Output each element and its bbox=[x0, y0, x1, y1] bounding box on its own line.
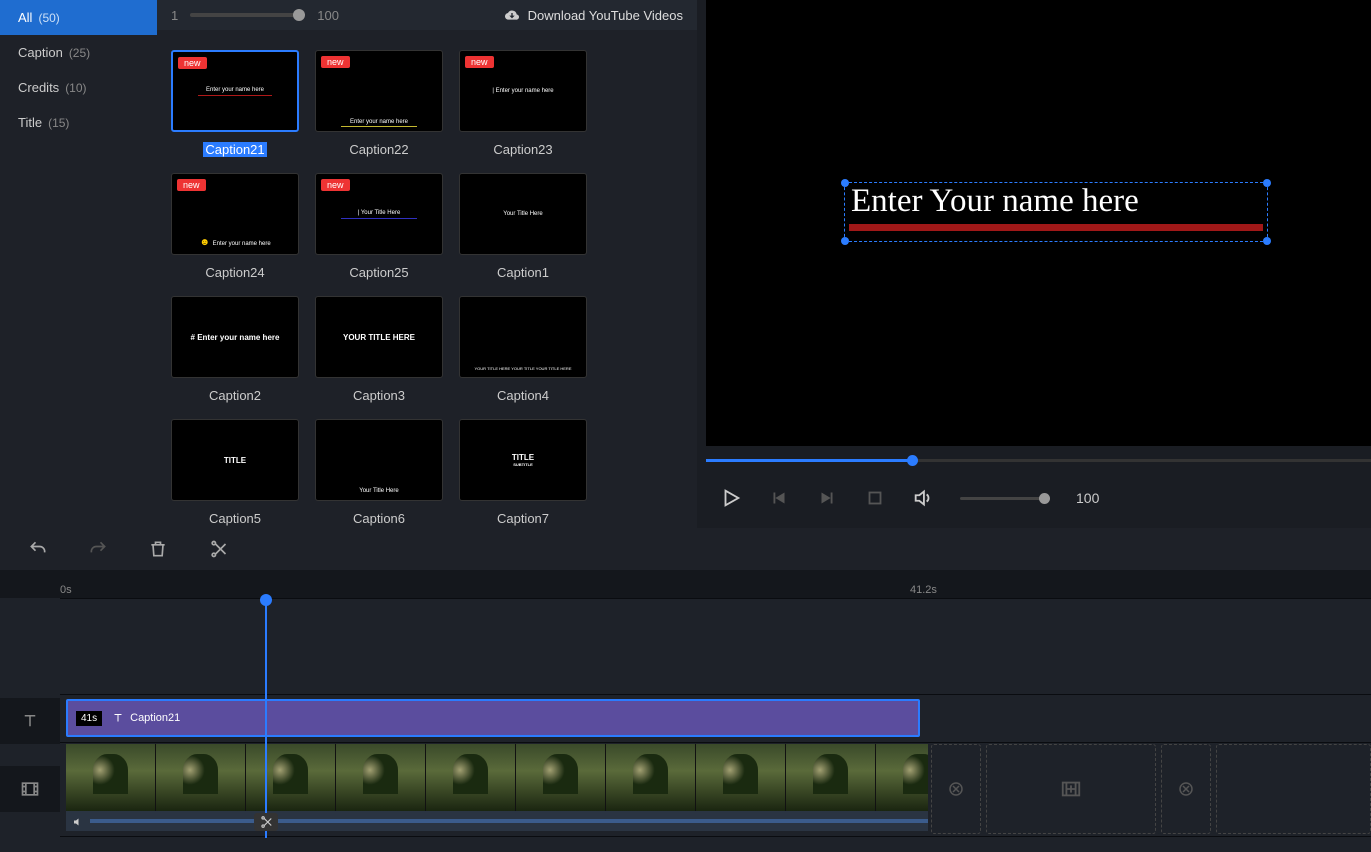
gallery-header: 1 100 Download YouTube Videos bbox=[157, 0, 697, 30]
template-thumbnail[interactable]: new| Your Title Here bbox=[315, 173, 443, 255]
template-thumbnail[interactable]: new| Enter your name here bbox=[459, 50, 587, 132]
timeline-ruler[interactable]: 0s 41.2s bbox=[0, 570, 1371, 598]
template-thumbnail[interactable]: newEnter your name here bbox=[315, 50, 443, 132]
text-track-icon bbox=[0, 698, 60, 744]
thumb-size-max: 100 bbox=[317, 8, 339, 23]
volume-value: 100 bbox=[1076, 490, 1099, 506]
cloud-download-icon bbox=[504, 8, 520, 22]
gallery-item[interactable]: TITLESUBTITLE Caption7 bbox=[459, 419, 587, 528]
template-thumbnail[interactable]: Your Title Here bbox=[459, 173, 587, 255]
volume-icon[interactable] bbox=[912, 487, 934, 509]
gallery-item[interactable]: YOUR TITLE HERE YOUR TITLE YOUR TITLE HE… bbox=[459, 296, 587, 405]
gallery-item[interactable]: new| Enter your name here Caption23 bbox=[459, 50, 587, 159]
template-label: Caption4 bbox=[497, 388, 549, 403]
gallery-item[interactable]: Your Title Here Caption1 bbox=[459, 173, 587, 282]
sidebar-item-title[interactable]: Title (15) bbox=[0, 105, 157, 140]
playhead[interactable] bbox=[265, 598, 267, 838]
timeline: 41s Caption21 bbox=[0, 598, 1371, 852]
template-label: Caption24 bbox=[205, 265, 264, 280]
new-badge: new bbox=[465, 56, 494, 68]
sidebar-label: Caption bbox=[18, 45, 63, 60]
video-track-icon bbox=[0, 766, 60, 812]
template-label: Caption3 bbox=[353, 388, 405, 403]
new-badge: new bbox=[321, 56, 350, 68]
video-drop-slot[interactable] bbox=[986, 744, 1156, 834]
template-label: Caption25 bbox=[349, 265, 408, 280]
preview-text[interactable]: Enter Your name here bbox=[845, 183, 1267, 220]
template-thumbnail[interactable]: TITLESUBTITLE bbox=[459, 419, 587, 501]
stop-button[interactable] bbox=[864, 487, 886, 509]
sidebar-item-credits[interactable]: Credits (10) bbox=[0, 70, 157, 105]
sidebar-label: Title bbox=[18, 115, 42, 130]
delete-button[interactable] bbox=[148, 539, 168, 559]
text-clip[interactable]: 41s Caption21 bbox=[66, 699, 920, 737]
preview-panel[interactable]: Enter Your name here bbox=[706, 0, 1371, 446]
sidebar-label: All bbox=[18, 10, 32, 25]
template-gallery: newEnter your name hereCaption21newEnter… bbox=[157, 30, 697, 528]
gallery-item[interactable]: Your Title Here Caption6 bbox=[315, 419, 443, 528]
transition-slot[interactable] bbox=[931, 744, 981, 834]
text-underline bbox=[849, 224, 1263, 231]
gallery-item[interactable]: YOUR TITLE HERE Caption3 bbox=[315, 296, 443, 405]
clip-name: Caption21 bbox=[112, 712, 180, 724]
ruler-mark: 41.2s bbox=[910, 584, 937, 596]
undo-button[interactable] bbox=[28, 539, 48, 559]
prev-frame-button[interactable] bbox=[768, 487, 790, 509]
thumb-size-min: 1 bbox=[171, 8, 178, 23]
template-thumbnail[interactable]: YOUR TITLE HERE YOUR TITLE YOUR TITLE HE… bbox=[459, 296, 587, 378]
download-label: Download YouTube Videos bbox=[528, 8, 683, 23]
template-label: Caption1 bbox=[497, 265, 549, 280]
gallery-item[interactable]: # Enter your name here Caption2 bbox=[171, 296, 299, 405]
sidebar-item-all[interactable]: All (50) bbox=[0, 0, 157, 35]
video-clip[interactable] bbox=[66, 744, 928, 811]
category-sidebar: All (50) Caption (25) Credits (10) Title… bbox=[0, 0, 157, 528]
transition-slot-2[interactable] bbox=[1161, 744, 1211, 834]
speaker-icon bbox=[72, 815, 84, 827]
sidebar-item-caption[interactable]: Caption (25) bbox=[0, 35, 157, 70]
new-badge: new bbox=[321, 179, 350, 191]
text-overlay-selection[interactable]: Enter Your name here bbox=[844, 182, 1268, 242]
template-thumbnail[interactable]: new☻ Enter your name here bbox=[171, 173, 299, 255]
timeline-toolbar bbox=[0, 528, 1371, 570]
template-label: Caption2 bbox=[209, 388, 261, 403]
preview-scrubber[interactable] bbox=[706, 456, 1371, 466]
template-thumbnail[interactable]: Your Title Here bbox=[315, 419, 443, 501]
gallery-item[interactable]: newEnter your name here Caption21 bbox=[171, 50, 299, 159]
video-drop-slot-2[interactable] bbox=[1216, 744, 1371, 834]
template-label: Caption5 bbox=[209, 511, 261, 526]
redo-button[interactable] bbox=[88, 539, 108, 559]
template-label: Caption22 bbox=[349, 142, 408, 157]
preview-controls: 100 bbox=[706, 478, 1371, 518]
template-label: Caption21 bbox=[203, 142, 266, 157]
new-badge: new bbox=[178, 57, 207, 69]
gallery-item[interactable]: new| Your Title Here Caption25 bbox=[315, 173, 443, 282]
gallery-item[interactable]: TITLE Caption5 bbox=[171, 419, 299, 528]
template-thumbnail[interactable]: TITLE bbox=[171, 419, 299, 501]
next-frame-button[interactable] bbox=[816, 487, 838, 509]
sidebar-count: (10) bbox=[65, 81, 86, 95]
ruler-mark: 0s bbox=[60, 584, 72, 596]
thumb-size-slider[interactable] bbox=[190, 13, 305, 17]
clip-duration: 41s bbox=[76, 711, 102, 726]
playhead-cut-icon[interactable] bbox=[254, 813, 278, 831]
sidebar-count: (25) bbox=[69, 46, 90, 60]
sidebar-label: Credits bbox=[18, 80, 59, 95]
sidebar-count: (15) bbox=[48, 116, 69, 130]
gallery-item[interactable]: new☻ Enter your name here Caption24 bbox=[171, 173, 299, 282]
new-badge: new bbox=[177, 179, 206, 191]
play-button[interactable] bbox=[720, 487, 742, 509]
download-youtube-link[interactable]: Download YouTube Videos bbox=[504, 8, 683, 23]
template-thumbnail[interactable]: # Enter your name here bbox=[171, 296, 299, 378]
cut-button[interactable] bbox=[208, 539, 228, 559]
volume-slider[interactable] bbox=[960, 497, 1050, 500]
template-thumbnail[interactable]: YOUR TITLE HERE bbox=[315, 296, 443, 378]
template-label: Caption6 bbox=[353, 511, 405, 526]
audio-track[interactable] bbox=[66, 811, 928, 831]
template-label: Caption23 bbox=[493, 142, 552, 157]
template-thumbnail[interactable]: newEnter your name here bbox=[171, 50, 299, 132]
gallery-item[interactable]: newEnter your name here Caption22 bbox=[315, 50, 443, 159]
playhead-handle[interactable] bbox=[260, 594, 272, 606]
sidebar-count: (50) bbox=[38, 11, 59, 25]
template-label: Caption7 bbox=[497, 511, 549, 526]
